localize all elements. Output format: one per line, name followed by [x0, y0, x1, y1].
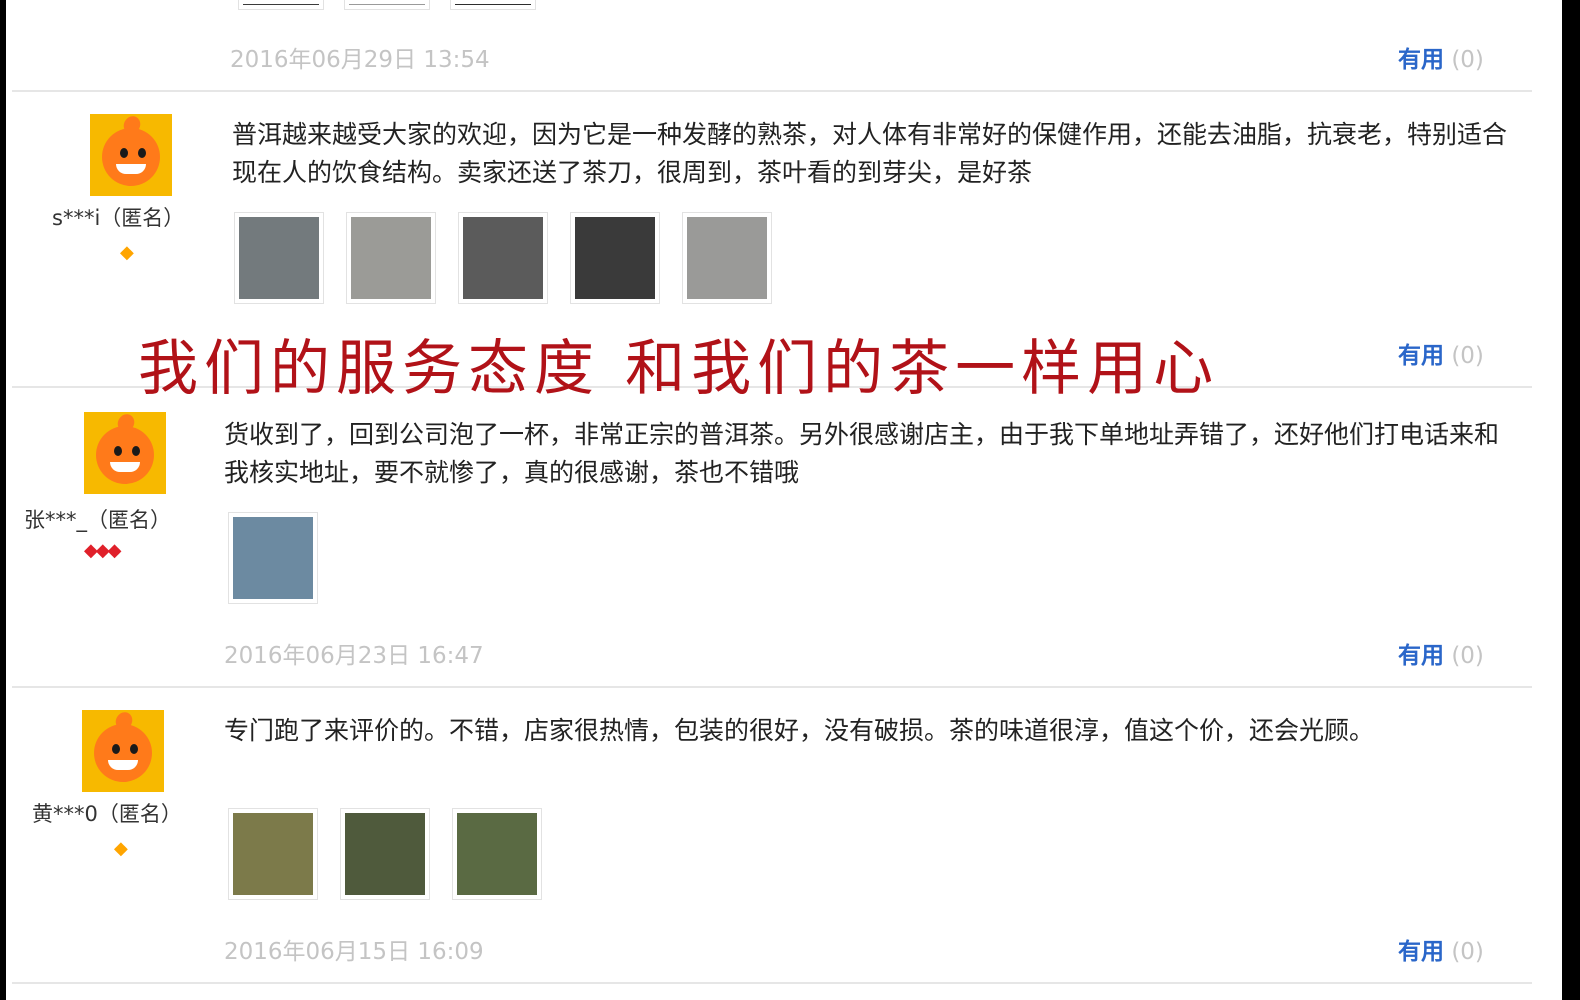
useful-button[interactable]: 有用 (0): [1398, 932, 1484, 966]
review-thumbnail[interactable]: [340, 808, 430, 900]
useful-label: 有用: [1398, 343, 1444, 369]
review-thumbnail[interactable]: [344, 0, 430, 10]
review-3-thumbs: [228, 808, 542, 900]
diamond-icon: ◆: [114, 838, 128, 859]
review-thumbnail[interactable]: [682, 212, 772, 304]
review-text: 货收到了，回到公司泡了一杯，非常正宗的普洱茶。另外很感谢店主，由于我下单地址弄错…: [224, 420, 1500, 487]
review-thumbnail[interactable]: [458, 212, 548, 304]
useful-label: 有用: [1398, 939, 1444, 965]
divider: [12, 982, 1532, 984]
review-list: 2016年06月29日 13:54 有用 (0) s***i（匿名） ◆ 普洱越…: [6, 0, 1562, 1000]
review-2-thumbs: [228, 512, 318, 604]
reviewer-name: 张***_（匿名）: [24, 508, 171, 532]
review-thumbnail[interactable]: [234, 212, 324, 304]
useful-count: (0): [1451, 343, 1484, 369]
window-edge: [1564, 0, 1580, 1000]
promo-banner: 我们的服务态度 和我们的茶一样用心: [138, 334, 1220, 404]
useful-count: (0): [1451, 939, 1484, 965]
heart-icon: ◆◆◆: [84, 540, 122, 561]
review-thumbnail[interactable]: [450, 0, 536, 10]
review-date: 2016年06月23日 16:47: [224, 643, 484, 669]
diamond-icon: ◆: [120, 242, 134, 263]
review-text: 专门跑了来评价的。不错，店家很热情，包装的很好，没有破损。茶的味道很淳，值这个价…: [224, 716, 1375, 745]
review-date: 2016年06月29日 13:54: [230, 47, 490, 73]
divider: [12, 90, 1532, 92]
useful-button[interactable]: 有用 (0): [1398, 636, 1484, 670]
useful-label: 有用: [1398, 643, 1444, 669]
divider: [12, 686, 1532, 688]
review-thumbnail[interactable]: [570, 212, 660, 304]
review-0-thumbs: [238, 0, 536, 10]
reviewer-name: 黄***0（匿名）: [32, 802, 182, 826]
avatar[interactable]: [84, 412, 166, 494]
review-1-thumbs: [234, 212, 772, 304]
review-thumbnail[interactable]: [346, 212, 436, 304]
avatar[interactable]: [90, 114, 172, 196]
review-text: 普洱越来越受大家的欢迎，因为它是一种发酵的熟茶，对人体有非常好的保健作用，还能去…: [232, 120, 1508, 187]
review-thumbnail[interactable]: [228, 808, 318, 900]
useful-button[interactable]: 有用 (0): [1398, 336, 1484, 370]
reviewer-name: s***i（匿名）: [52, 206, 185, 230]
review-thumbnail[interactable]: [238, 0, 324, 10]
review-date: 2016年06月15日 16:09: [224, 939, 484, 965]
useful-count: (0): [1451, 47, 1484, 73]
useful-label: 有用: [1398, 47, 1444, 73]
useful-button[interactable]: 有用 (0): [1398, 40, 1484, 74]
useful-count: (0): [1451, 643, 1484, 669]
review-thumbnail[interactable]: [228, 512, 318, 604]
avatar[interactable]: [82, 710, 164, 792]
review-thumbnail[interactable]: [452, 808, 542, 900]
